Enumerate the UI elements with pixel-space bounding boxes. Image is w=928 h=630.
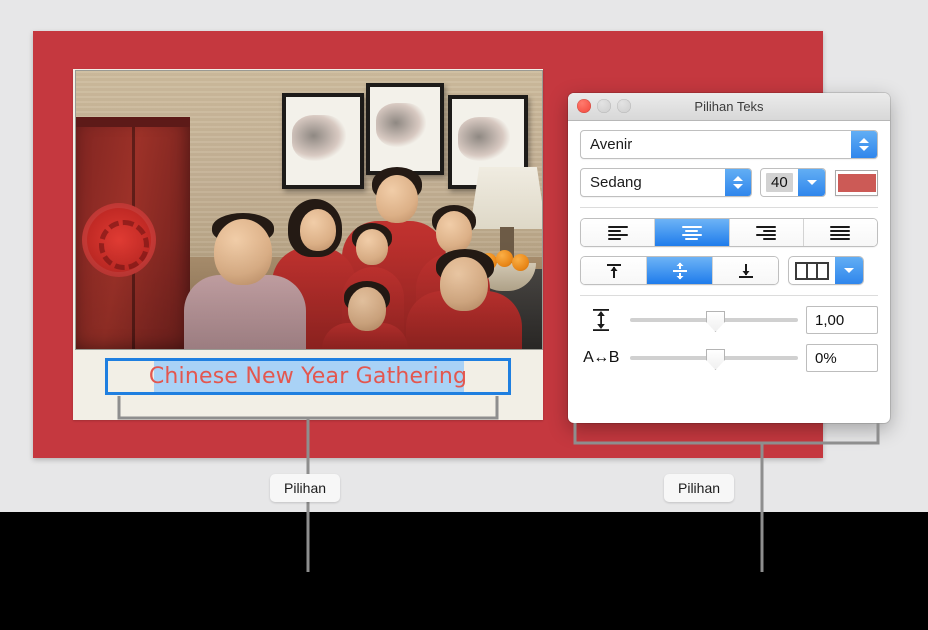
divider-1 xyxy=(580,207,878,208)
align-left-button[interactable] xyxy=(581,219,656,246)
character-spacing-row: A↔B 0% xyxy=(580,344,878,372)
chevron-down-icon xyxy=(844,268,854,273)
paragraph-alignment-group xyxy=(580,218,878,247)
line-spacing-slider-handle[interactable] xyxy=(706,311,725,332)
character-spacing-slider-handle[interactable] xyxy=(706,349,725,370)
bottom-black-band xyxy=(0,512,928,630)
columns-button-face[interactable] xyxy=(789,257,835,284)
align-top-icon xyxy=(606,263,621,278)
line-spacing-row: 1,00 xyxy=(580,306,878,334)
character-spacing-value[interactable]: 0% xyxy=(806,344,878,372)
align-center-button[interactable] xyxy=(655,219,730,246)
align-right-icon xyxy=(756,225,777,240)
align-left-icon xyxy=(607,225,628,240)
columns-button[interactable] xyxy=(788,256,864,285)
align-middle-button[interactable] xyxy=(647,257,713,284)
font-style-select[interactable]: Sedang xyxy=(580,168,752,197)
align-bottom-button[interactable] xyxy=(713,257,778,284)
callout-label-text-box: Pilihan xyxy=(270,474,341,502)
font-family-row: Avenir xyxy=(580,130,878,159)
font-family-stepper[interactable] xyxy=(851,131,877,158)
font-style-stepper[interactable] xyxy=(725,169,751,196)
font-size-dropdown-button[interactable] xyxy=(798,169,826,196)
text-color-fill xyxy=(837,173,876,192)
family-photo[interactable] xyxy=(75,70,543,350)
vertical-alignment-group xyxy=(580,256,779,285)
photo-vignette xyxy=(76,71,542,349)
character-spacing-slider[interactable] xyxy=(630,349,798,370)
font-style-value: Sedang xyxy=(590,174,642,191)
line-spacing-slider[interactable] xyxy=(630,311,798,332)
align-justify-button[interactable] xyxy=(803,219,877,246)
align-bottom-icon xyxy=(738,263,753,278)
photo-scene xyxy=(76,71,542,349)
align-right-button[interactable] xyxy=(729,219,804,246)
font-family-value: Avenir xyxy=(590,136,633,153)
chevron-up-icon xyxy=(859,138,869,143)
paragraph-alignment-row xyxy=(580,218,878,247)
chevron-down-icon xyxy=(733,184,743,189)
dialog-titlebar[interactable]: Pilihan Teks xyxy=(568,93,890,121)
text-color-swatch[interactable] xyxy=(835,169,878,196)
title-text-box[interactable]: Chinese New Year Gathering xyxy=(105,358,511,395)
chevron-down-icon xyxy=(806,180,817,185)
columns-icon xyxy=(795,261,829,280)
callout-label-dialog: Pilihan xyxy=(664,474,735,502)
character-spacing-icon: A↔B xyxy=(583,349,619,366)
font-size-field[interactable]: 40 xyxy=(760,168,827,197)
title-text: Chinese New Year Gathering xyxy=(148,364,468,389)
text-options-dialog[interactable]: Pilihan Teks Avenir Sedang 40 1,00 A↔B 0… xyxy=(568,93,890,423)
dialog-title: Pilihan Teks xyxy=(694,99,764,114)
dialog-body: Avenir Sedang 40 1,00 A↔B 0% xyxy=(568,121,890,372)
divider-2 xyxy=(580,295,878,296)
line-height-icon xyxy=(580,307,622,333)
font-family-select[interactable]: Avenir xyxy=(580,130,878,159)
chevron-down-icon xyxy=(859,146,869,151)
chevron-up-icon xyxy=(733,176,743,181)
align-top-button[interactable] xyxy=(581,257,647,284)
align-middle-icon xyxy=(672,262,687,279)
align-justify-icon xyxy=(830,225,851,240)
font-size-value: 40 xyxy=(766,173,793,192)
font-style-row: Sedang 40 xyxy=(580,168,878,197)
columns-dropdown-button[interactable] xyxy=(835,257,863,284)
line-spacing-value[interactable]: 1,00 xyxy=(806,306,878,334)
align-center-icon xyxy=(681,225,702,240)
screenshot-stage: Chinese New Year Gathering Pilihan Teks … xyxy=(0,0,928,630)
vertical-alignment-row xyxy=(580,256,878,285)
